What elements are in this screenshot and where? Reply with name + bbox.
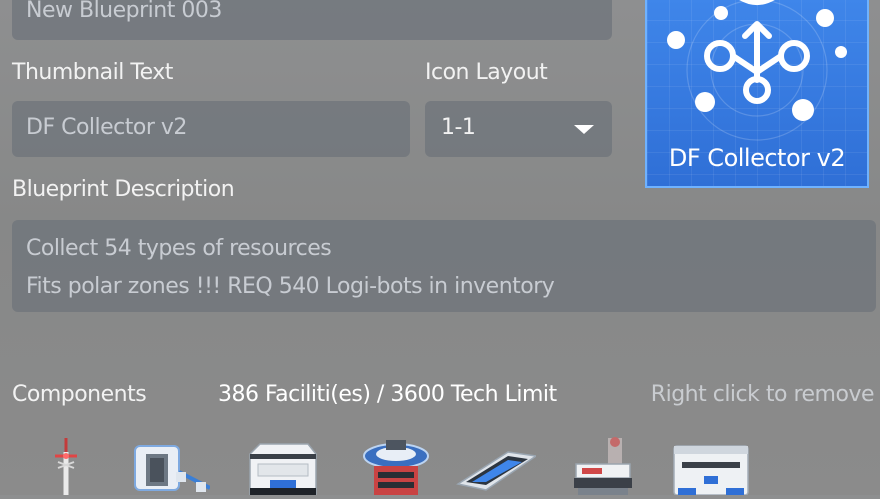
orbital-collector-icon [363, 440, 429, 495]
blueprint-description-label: Blueprint Description [12, 177, 235, 202]
components-label: Components [12, 382, 147, 407]
storage-chest-icon [673, 445, 749, 496]
logistics-station-icon [134, 445, 211, 492]
thumbnail-text-value: DF Collector v2 [26, 115, 187, 140]
sorter-icon [574, 437, 632, 495]
tesla-tower-icon [55, 438, 77, 495]
component-slot[interactable] [26, 432, 106, 495]
blueprint-name-input[interactable]: New Blueprint 003 [12, 0, 612, 40]
icon-layout-dropdown[interactable]: 1-1 [425, 101, 612, 157]
component-slot[interactable] [456, 432, 539, 495]
thumbnail-text-input[interactable]: DF Collector v2 [12, 101, 410, 157]
icon-layout-label: Icon Layout [425, 60, 548, 85]
blueprint-thumbnail-preview[interactable]: DF Collector v2 [645, 0, 869, 188]
description-line: Fits polar zones !!! REQ 540 Logi-bots i… [26, 274, 555, 299]
component-slot[interactable] [356, 432, 436, 495]
blueprint-name-text: New Blueprint 003 [26, 0, 222, 23]
blueprint-description-textarea[interactable]: Collect 54 types of resources Fits polar… [12, 220, 876, 312]
component-slot[interactable] [130, 432, 211, 495]
remove-hint: Right click to remove [650, 382, 875, 407]
component-slot[interactable] [242, 432, 322, 496]
chevron-down-icon [574, 125, 594, 134]
storage-unit-icon [249, 443, 317, 496]
component-slot[interactable] [670, 432, 750, 496]
description-line: Collect 54 types of resources [26, 236, 332, 261]
facility-count: 386 Faciliti(es) / 3600 Tech Limit [218, 382, 557, 407]
thumbnail-caption: DF Collector v2 [668, 144, 846, 172]
icon-layout-value: 1-1 [441, 115, 476, 140]
component-slot[interactable] [568, 432, 648, 495]
thumbnail-text-label: Thumbnail Text [12, 60, 173, 85]
conveyor-belt-icon [456, 451, 539, 491]
